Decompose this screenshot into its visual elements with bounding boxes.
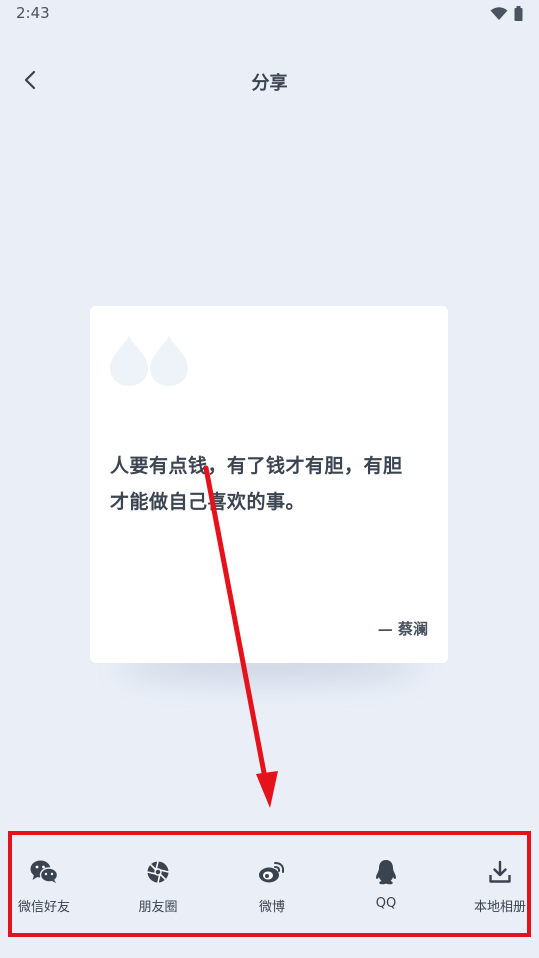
header: 分享 [0, 56, 539, 108]
quote-card: 人要有点钱，有了钱才有胆，有胆 才能做自己喜欢的事。 — 蔡澜 [90, 306, 448, 663]
share-label: 微博 [258, 900, 285, 915]
quote-text: 人要有点钱，有了钱才有胆，有胆 才能做自己喜欢的事。 [110, 448, 430, 520]
qq-icon [375, 852, 397, 892]
share-label: 本地相册 [473, 900, 526, 915]
share-bar: 微信好友 朋友圈 微博 QQ 本地相册 [14, 852, 530, 932]
status-time: 2:43 [16, 4, 50, 22]
watermark-text: k73 游戏之家 [294, 400, 338, 415]
wechat-icon [30, 852, 58, 892]
share-wechat-button[interactable]: 微信好友 [14, 852, 74, 932]
save-local-album-button[interactable]: 本地相册 [470, 852, 530, 932]
share-qq-button[interactable]: QQ [356, 852, 416, 932]
moments-icon [146, 852, 170, 892]
share-label: 朋友圈 [138, 900, 178, 915]
share-moments-button[interactable]: 朋友圈 [128, 852, 188, 932]
page-title: 分享 [251, 73, 288, 94]
share-weibo-button[interactable]: 微博 [242, 852, 302, 932]
download-icon [488, 852, 512, 892]
quote-author: — 蔡澜 [377, 620, 428, 638]
wifi-icon [490, 6, 508, 25]
quote-text-line: 人要有点钱，有了钱才有胆，有胆 [110, 455, 403, 477]
share-label: 微信好友 [17, 900, 70, 915]
quote-text-line: 才能做自己喜欢的事。 [110, 491, 306, 513]
watermark-logo: k73 游戏之家 [228, 382, 368, 428]
share-label: QQ [375, 896, 397, 911]
status-icons [490, 6, 523, 25]
quote-mark-icon [110, 334, 190, 390]
battery-icon [514, 6, 523, 25]
status-bar: 2:43 [0, 0, 539, 28]
weibo-icon [258, 852, 286, 892]
